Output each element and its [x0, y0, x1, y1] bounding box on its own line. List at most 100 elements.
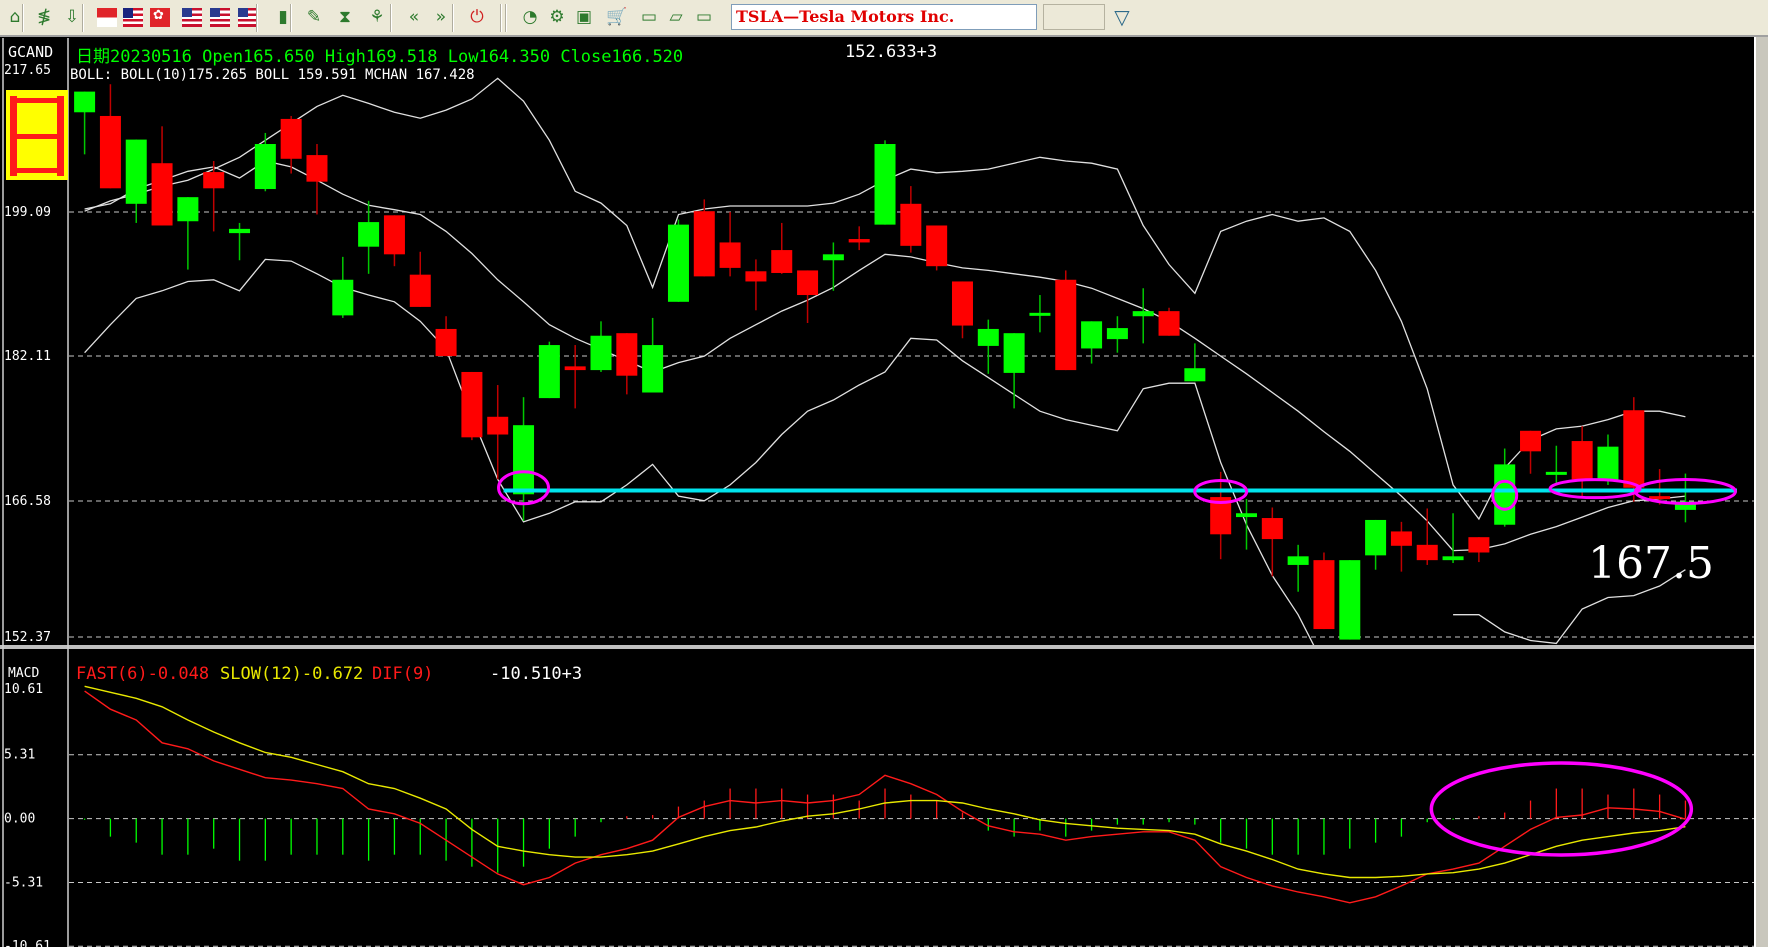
- candle-body: [358, 222, 380, 247]
- signal-icon[interactable]: ≸: [33, 6, 55, 28]
- candle-body: [1081, 321, 1103, 349]
- monitor-icon[interactable]: ▭: [693, 6, 715, 28]
- candle-down: [151, 126, 173, 226]
- candle-body: [1184, 368, 1206, 382]
- candle-body: [771, 250, 793, 273]
- boll-lower-line: [84, 258, 1315, 645]
- cursor-value: 152.633+3: [845, 42, 938, 62]
- folder-icon[interactable]: ▭: [638, 6, 660, 28]
- candle-down: [1055, 270, 1077, 371]
- candle-body: [822, 254, 844, 261]
- candle-up: [74, 91, 96, 155]
- candle-body: [1261, 518, 1283, 540]
- candle-body: [1132, 311, 1154, 317]
- window-icon[interactable]: ▣: [573, 6, 595, 28]
- candle-body: [1003, 333, 1025, 373]
- candle-body: [177, 197, 199, 222]
- toolbar-separator: [505, 4, 507, 32]
- power-icon[interactable]: ⏻: [466, 6, 488, 28]
- fast-forward-icon[interactable]: »: [430, 6, 452, 28]
- us-flag-icon[interactable]: [210, 8, 230, 27]
- macd-tick-label: 10.61: [4, 682, 43, 697]
- candle-body: [203, 172, 225, 189]
- candle-up: [1365, 519, 1387, 570]
- chart-type-icon[interactable]: [6, 90, 68, 180]
- candle-body: [667, 224, 689, 302]
- download-icon[interactable]: ⇩: [61, 6, 83, 28]
- candle-up: [177, 197, 199, 270]
- candle-body: [1545, 471, 1567, 475]
- candle-up: [1106, 316, 1128, 353]
- candle-up: [1442, 513, 1464, 564]
- hourglass-icon[interactable]: ⧗: [334, 6, 356, 28]
- candle-up: [822, 242, 844, 291]
- candle-down: [1390, 521, 1412, 572]
- candle-body: [1236, 513, 1257, 518]
- candle-down: [900, 186, 922, 253]
- candle-body: [590, 335, 612, 371]
- candle-body: [564, 366, 586, 371]
- toolbar-separator: [452, 4, 454, 32]
- price-tick-label: 166.58: [4, 494, 51, 509]
- candle-body: [229, 228, 251, 234]
- price-tick-label: 152.37: [4, 630, 51, 645]
- candle-up: [642, 317, 664, 393]
- candle-body: [642, 345, 664, 393]
- candle-up: [1287, 544, 1309, 592]
- candle-body: [693, 211, 715, 277]
- stock-chart[interactable]: 167.5 217.65 199.09 182.11 166.58 152.37 10.6…: [0, 0, 1768, 947]
- candle-body: [1520, 430, 1542, 452]
- cart-icon[interactable]: 🛒: [606, 6, 628, 28]
- candle-body: [151, 163, 173, 226]
- macd-slow-readout: SLOW(12)-0.672: [220, 664, 364, 684]
- open-folder-icon[interactable]: ▱: [665, 6, 687, 28]
- gear-icon[interactable]: ⚙: [546, 6, 568, 28]
- candle-up: [1339, 560, 1361, 640]
- dropdown-arrow-icon[interactable]: ▽: [1110, 4, 1134, 30]
- macd-tick-label: -5.31: [4, 875, 43, 890]
- network-icon[interactable]: ⚘: [366, 6, 388, 28]
- candle-body: [280, 118, 302, 159]
- candle-down: [1468, 537, 1490, 563]
- candle-body: [74, 91, 96, 113]
- malaysia-flag-icon[interactable]: [123, 8, 143, 27]
- macd-cursor-value: -10.510+3: [490, 664, 583, 684]
- hongkong-flag-icon[interactable]: [150, 8, 170, 27]
- candle-body: [1623, 410, 1645, 488]
- candle-up: [667, 219, 689, 302]
- candle-down: [951, 281, 973, 339]
- candle-down: [487, 385, 509, 480]
- candle-body: [900, 203, 922, 246]
- macd-label: MACD: [8, 666, 40, 681]
- candle-up: [254, 132, 276, 192]
- candle-body: [1571, 441, 1593, 480]
- us-flag-icon[interactable]: [238, 8, 258, 27]
- toolbar-separator: [82, 4, 84, 32]
- rss-icon[interactable]: ◔: [519, 6, 541, 28]
- macd-highlight-ellipse: [1429, 761, 1694, 857]
- scrollbar[interactable]: [1754, 37, 1768, 947]
- price-tick-label: 217.65: [4, 63, 51, 78]
- candle-body: [1649, 496, 1671, 500]
- us-flag-icon[interactable]: [182, 8, 202, 27]
- toolbar-separator: [22, 4, 24, 32]
- symbol-title-field[interactable]: TSLA—Tesla Motors Inc.: [731, 4, 1037, 30]
- candle-body: [99, 115, 121, 189]
- candle-body: [951, 281, 973, 326]
- candle-body: [1365, 519, 1387, 556]
- indicator-name: GCAND: [8, 43, 54, 61]
- edit-icon[interactable]: ✎: [303, 6, 325, 28]
- singapore-flag-icon[interactable]: [97, 8, 117, 27]
- candle-body: [1390, 531, 1412, 546]
- candle-down: [409, 251, 431, 307]
- rewind-icon[interactable]: «: [403, 6, 425, 28]
- candle-down: [564, 345, 586, 409]
- candle-up: [874, 140, 896, 225]
- candle-body: [125, 139, 147, 204]
- candle-body: [719, 242, 741, 268]
- candle-up: [1132, 288, 1154, 344]
- toolbar-separator: [256, 4, 258, 32]
- candle-down: [99, 84, 121, 189]
- candle-body: [926, 225, 948, 267]
- period-dropdown[interactable]: [1043, 4, 1105, 30]
